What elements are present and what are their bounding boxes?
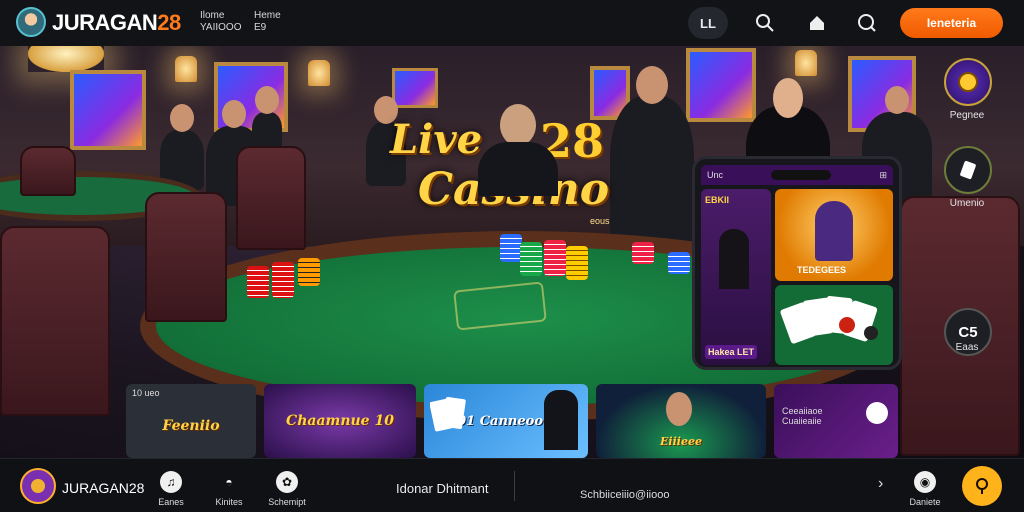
chip-stack <box>272 262 294 298</box>
casino-chair <box>236 146 306 250</box>
chip-stack <box>298 258 320 286</box>
phone-tile-badge: Hakea LET <box>705 345 758 359</box>
game-card-5[interactable]: Ceeaiiaoe Cuaiieaiie <box>774 384 898 458</box>
brand-number: 28 <box>157 10 181 35</box>
phone-tile-host[interactable]: TEDEGEES <box>775 189 893 281</box>
search-icon[interactable] <box>750 8 780 38</box>
phone-title: Unc <box>707 170 724 180</box>
playing-cards-icon <box>780 296 878 344</box>
hero-banner: Live 28 Cassino eous Pegnee Umenio C5 Ea… <box>0 46 1024 458</box>
phone-tile-cards[interactable] <box>775 285 893 365</box>
top-meta-1[interactable]: Ilome YAIIOOO <box>200 10 242 34</box>
wall-painting <box>686 48 756 122</box>
ball-icon: ✿ <box>276 471 298 493</box>
footer-nav-right[interactable]: ◉ Daniete <box>900 471 950 507</box>
top-meta-1-line1: Ilome <box>200 10 225 21</box>
phone-status-bar: Unc ⊞ <box>701 165 893 185</box>
phone-host-caption: TEDEGEES <box>797 265 847 275</box>
footer-nav-2-label: Kinites <box>215 497 243 507</box>
side-label-2: Umenio <box>949 198 985 209</box>
chip-stack <box>632 242 654 264</box>
chip-stack <box>520 242 542 276</box>
cursor-icon <box>866 402 888 424</box>
game-card-2[interactable]: Chaamnue 10 <box>264 384 416 458</box>
chandelier <box>28 46 104 72</box>
card-icon[interactable] <box>944 146 992 194</box>
game-card-5-text: Ceeaiiaoe Cuaiieaiie <box>782 406 823 426</box>
phone-host-figure <box>815 201 853 261</box>
profile-search-icon[interactable] <box>852 8 882 38</box>
cards-icon <box>430 397 466 432</box>
footer-right-label: Daniete <box>909 497 941 507</box>
chip-stack <box>544 240 566 276</box>
chip-stack <box>247 266 269 298</box>
footer-nav-1[interactable]: ♫ Eanes <box>146 471 196 507</box>
game-card-4[interactable]: Eiiieee <box>596 384 766 458</box>
card-host-figure <box>666 392 692 426</box>
footer-divider <box>514 471 515 501</box>
game-card-3[interactable]: 0001 Canneoo <box>424 384 588 458</box>
game-card-1-caption: Feeniio <box>162 418 220 434</box>
card-dealer-figure <box>544 390 578 450</box>
phone-dealer-figure <box>719 229 749 289</box>
wall-painting <box>70 70 146 150</box>
top-meta-2[interactable]: Heme E9 <box>254 10 281 34</box>
phone-tile-dealers[interactable]: EBKII Hakea LET <box>701 189 771 365</box>
register-button[interactable]: Ieneteria <box>900 8 1003 38</box>
footer-nav-1-label: Eanes <box>158 497 184 507</box>
top-meta-2-line1: Heme <box>254 10 281 21</box>
brand-name[interactable]: JURAGAN28 <box>52 10 181 36</box>
cap-icon: ◓ <box>225 475 233 489</box>
game-card-4-caption: Eiiieee <box>660 435 702 448</box>
top-meta-1-line2: YAIIOOO <box>200 22 242 33</box>
chip-stack <box>668 252 690 274</box>
brand-text: JURAGAN <box>52 10 158 35</box>
bottom-bar: JURAGAN28 ♫ Eanes ◓ Kinites ✿ Schemipt I… <box>0 458 1024 512</box>
wall-lamp <box>175 56 197 82</box>
mobile-app-preview[interactable]: Unc ⊞ EBKII Hakea LET TEDEGEES <box>692 156 902 370</box>
phone-tile-caption: EBKII <box>705 195 730 205</box>
phone-grid-icon[interactable]: ⊞ <box>879 170 887 181</box>
footer-code-text: Schbiiceiiio@iiooo <box>580 489 670 501</box>
game-card-2-caption: Chaamnue 10 <box>286 413 394 429</box>
music-icon: ♫ <box>160 471 182 493</box>
wall-lamp <box>308 60 330 86</box>
coin-icon[interactable] <box>944 58 992 106</box>
title-word-live: Live <box>390 116 483 163</box>
footer-nav-2[interactable]: ◓ Kinites <box>204 471 254 507</box>
featured-dealer <box>478 104 558 196</box>
footer-center-text[interactable]: Idonar Dhitmant <box>396 481 489 496</box>
brand-logo[interactable] <box>16 7 46 37</box>
footer-nav-3[interactable]: ✿ Schemipt <box>262 471 312 507</box>
side-label-1: Pegnee <box>949 110 985 121</box>
support-icon: ◉ <box>914 471 936 493</box>
casino-chair <box>20 146 76 196</box>
wall-screen <box>392 68 438 108</box>
chip-stack <box>566 246 588 280</box>
wall-lamp <box>795 50 817 76</box>
pin-icon[interactable] <box>962 466 1002 506</box>
game-card-1[interactable]: 10 ueo Feeniio <box>126 384 256 458</box>
footer-brand[interactable]: JURAGAN28 <box>62 480 144 496</box>
top-meta-2-line2: E9 <box>254 22 267 33</box>
home-icon[interactable] <box>802 8 832 38</box>
game-card-1-small: 10 ueo <box>132 388 160 398</box>
chevron-right-icon[interactable]: › <box>878 475 883 493</box>
phone-notch <box>771 170 832 180</box>
menu-box-icon[interactable]: LL <box>688 7 728 39</box>
chip-stack <box>500 234 522 262</box>
top-bar: JURAGAN28 Ilome YAIIOOO Heme E9 LL Ienet… <box>0 0 1024 46</box>
side-label-3: Eaas <box>955 342 979 353</box>
footer-logo[interactable] <box>20 468 56 504</box>
casino-chair <box>0 226 110 416</box>
casino-chair <box>145 192 227 322</box>
title-tag: eous <box>590 216 610 226</box>
footer-nav-3-label: Schemipt <box>268 497 306 507</box>
game-category-row: 10 ueo Feeniio Chaamnue 10 0001 Canneoo … <box>126 384 898 458</box>
